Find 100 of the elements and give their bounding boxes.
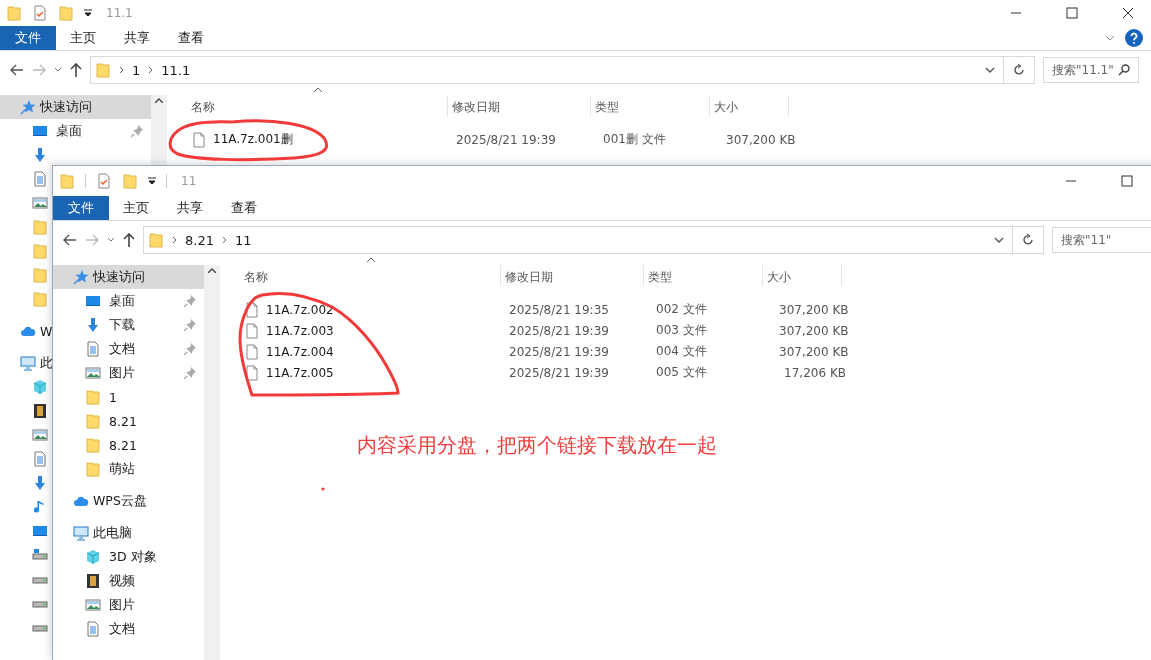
sidebar-item[interactable]: 8.21 xyxy=(109,413,137,429)
file-name[interactable]: 11A.7z.003 xyxy=(266,323,334,338)
star-icon xyxy=(20,99,36,115)
ribbon-tab[interactable]: 共享 xyxy=(110,26,164,50)
address-bar[interactable]: 1 11.1 xyxy=(90,56,1004,84)
file-icon xyxy=(191,131,207,148)
sidebar-item[interactable]: WPS云盘 xyxy=(93,492,147,510)
close-icon[interactable] xyxy=(1122,7,1134,19)
search-field[interactable]: 搜索"11.1" xyxy=(1043,57,1139,83)
computer-icon xyxy=(20,355,36,371)
search-field[interactable]: 搜索"11" xyxy=(1052,227,1151,253)
film-icon xyxy=(32,403,48,419)
file-name[interactable]: 11A.7z.002 xyxy=(266,302,334,317)
breadcrumb[interactable]: 11 xyxy=(234,232,252,248)
caret-icon[interactable] xyxy=(148,177,156,185)
sidebar-item[interactable]: 8.21 xyxy=(109,437,137,453)
download-icon xyxy=(32,147,48,163)
scroll-up-icon[interactable] xyxy=(208,268,216,273)
sidebar-item[interactable]: 3D 对象 xyxy=(109,548,157,566)
size-cell-text: 307,200 KB xyxy=(778,302,850,317)
file-menu-button[interactable]: 文件 xyxy=(0,26,56,50)
type-cell-text: 005 文件 xyxy=(655,364,708,381)
column-header[interactable]: 修改日期 xyxy=(501,265,644,286)
sidebar-item[interactable]: 萌站 xyxy=(109,460,135,478)
sidebar-item[interactable]: 文档 xyxy=(109,340,135,358)
size-cell-text: 307,200 KB xyxy=(778,323,850,338)
folder-icon xyxy=(59,173,75,189)
chevron-icon[interactable] xyxy=(994,237,1004,243)
pin-icon xyxy=(182,317,198,333)
help-icon[interactable] xyxy=(1125,29,1143,47)
sidebar-item[interactable]: 视频 xyxy=(109,572,135,590)
type-cell-text: 003 文件 xyxy=(655,322,708,339)
sidebar-item[interactable]: 图片 xyxy=(109,596,135,614)
folder-icon xyxy=(32,267,48,283)
refresh-icon[interactable] xyxy=(1022,233,1034,247)
folder-icon xyxy=(85,437,101,453)
breadcrumb[interactable]: 1 xyxy=(132,62,141,78)
cube-icon xyxy=(32,379,48,395)
column-header[interactable]: 大小 xyxy=(710,95,789,116)
type-cell-text: 002 文件 xyxy=(655,301,708,318)
ribbon-tab[interactable]: 共享 xyxy=(163,196,217,220)
desktop-icon xyxy=(32,523,48,539)
breadcrumb[interactable]: 11.1 xyxy=(161,62,191,78)
column-header[interactable]: 类型 xyxy=(591,95,710,116)
chevron-right-icon xyxy=(148,66,154,74)
ribbon-tab[interactable]: 主页 xyxy=(109,196,163,220)
annotation-text: 内容采用分盘，把两个链接下载放在一起 xyxy=(357,432,717,459)
file-name[interactable]: 11A.7z.001删 xyxy=(213,131,293,148)
address-bar[interactable]: 8.21 11 xyxy=(143,226,1013,254)
column-header[interactable]: 类型 xyxy=(644,265,763,286)
breadcrumb[interactable]: 8.21 xyxy=(185,232,214,248)
column-header[interactable]: 名称 xyxy=(240,265,501,286)
up-arrow-icon[interactable] xyxy=(123,233,135,247)
chevron-icon[interactable] xyxy=(107,237,115,243)
sidebar-item[interactable]: 桌面 xyxy=(109,292,135,310)
sidebar-item[interactable]: 图片 xyxy=(109,364,135,382)
picture-icon xyxy=(85,597,101,613)
ribbon-tab[interactable]: 查看 xyxy=(164,26,218,50)
chevron-icon[interactable] xyxy=(54,67,62,73)
type-cell-text: 004 文件 xyxy=(655,343,708,360)
back-arrow-icon[interactable] xyxy=(63,234,77,246)
column-header[interactable]: 修改日期 xyxy=(448,95,591,116)
sidebar-item[interactable]: 文档 xyxy=(109,620,135,638)
sidebar-item[interactable]: 桌面 xyxy=(56,122,82,140)
file-icon xyxy=(244,301,260,318)
date-cell-text: 2025/8/21 19:35 xyxy=(508,302,610,317)
sidebar-item[interactable]: W xyxy=(40,323,53,339)
window-title: 11.1 xyxy=(106,6,133,20)
maximize-icon[interactable] xyxy=(1121,175,1133,187)
sidebar-item[interactable]: 此电脑 xyxy=(93,524,132,542)
file-name[interactable]: 11A.7z.005 xyxy=(266,365,334,380)
document-icon xyxy=(32,451,48,467)
date-cell-text: 2025/8/21 19:39 xyxy=(508,344,610,359)
folder-icon xyxy=(32,291,48,307)
column-header[interactable]: 大小 xyxy=(763,265,842,286)
pin-icon xyxy=(129,123,145,139)
chevron-icon[interactable] xyxy=(985,67,995,73)
chevron-icon[interactable] xyxy=(1105,35,1115,41)
download-icon xyxy=(85,317,101,333)
back-arrow-icon[interactable] xyxy=(10,64,24,76)
refresh-icon[interactable] xyxy=(1013,63,1025,77)
file-menu-button[interactable]: 文件 xyxy=(53,196,109,220)
sidebar-item[interactable]: 1 xyxy=(109,389,117,405)
caret-icon[interactable] xyxy=(84,9,92,17)
maximize-icon[interactable] xyxy=(1066,7,1078,19)
checklist-icon xyxy=(96,173,112,189)
ribbon-tab[interactable]: 查看 xyxy=(217,196,271,220)
file-icon xyxy=(244,364,260,381)
folder-icon xyxy=(148,232,164,248)
column-header[interactable]: 名称 xyxy=(187,95,448,116)
folder-icon xyxy=(85,461,101,477)
pin-icon xyxy=(182,365,198,381)
scroll-up-icon[interactable] xyxy=(155,98,163,103)
sidebar-item[interactable]: 下载 xyxy=(109,316,135,334)
size-cell-text: 307,200 KB xyxy=(778,344,850,359)
file-name[interactable]: 11A.7z.004 xyxy=(266,344,334,359)
sidebar-item[interactable]: 此 xyxy=(40,354,53,372)
search-icon xyxy=(1118,64,1130,76)
ribbon-tab[interactable]: 主页 xyxy=(56,26,110,50)
up-arrow-icon[interactable] xyxy=(70,63,82,77)
